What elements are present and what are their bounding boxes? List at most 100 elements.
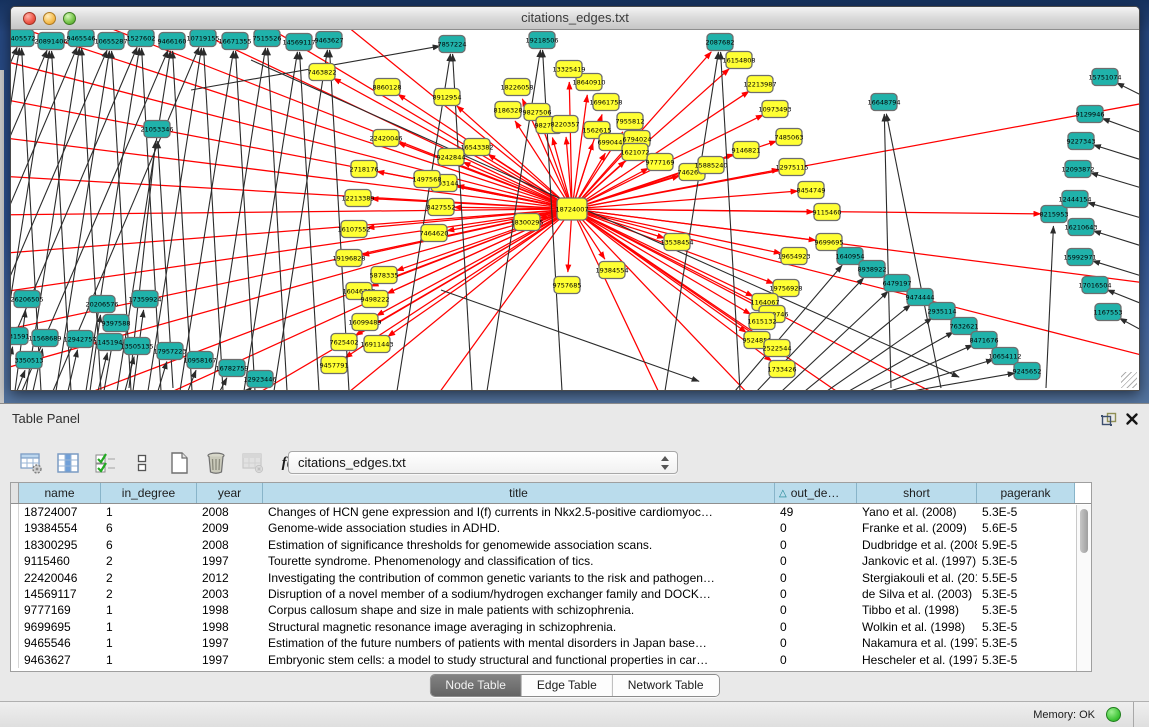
graph-node[interactable]: 9498222 [361,291,390,308]
table-row[interactable]: 977716911998Corpus callosum shape and si… [11,602,1091,618]
graph-node[interactable]: 9242844 [437,149,466,166]
table-row[interactable]: 1938455462009Genome-wide association stu… [11,520,1091,536]
graph-node[interactable]: 9245652 [1013,363,1042,380]
graph-node[interactable]: 17359924 [128,291,161,308]
table-row[interactable]: 969969511998Structural magnetic resonanc… [11,619,1091,635]
graph-node[interactable]: 15885240 [694,157,727,174]
table-row[interactable]: 2242004622012Investigating the contribut… [11,570,1091,586]
network-canvas[interactable]: 1872400774638228860128891295418226058982… [11,30,1139,390]
graph-node[interactable]: 16210643 [1064,219,1097,236]
graph-node[interactable]: 15992971 [1063,249,1096,266]
graph-node[interactable]: 15751074 [1088,69,1121,86]
table-select-dropdown[interactable]: citations_edges.txt [288,451,678,474]
scrollbar-thumb[interactable] [1080,509,1088,553]
graph-node[interactable]: 2718176 [350,161,379,178]
graph-node[interactable]: 8427552 [427,199,456,216]
collapsed-panel-divider[interactable] [0,70,4,403]
window-titlebar[interactable]: citations_edges.txt [11,7,1139,30]
new-table-icon[interactable] [166,450,192,476]
graph-node[interactable]: 8220357 [551,116,580,133]
column-header-title[interactable]: title [263,483,775,503]
graph-node[interactable]: 8860128 [373,79,402,96]
vertical-scrollbar[interactable] [1076,505,1091,672]
graph-node[interactable]: 9227343 [1067,133,1096,150]
graph-node[interactable]: 16782759 [215,360,248,377]
graph-node[interactable]: 12213389 [341,190,374,207]
graph-node[interactable]: 19196828 [332,250,365,267]
graph-node[interactable]: 18300295 [510,214,543,231]
graph-node[interactable]: 19218506 [525,32,558,49]
graph-node[interactable]: 12444154 [1058,191,1091,208]
graph-node[interactable]: 20891406 [34,33,67,50]
table-row[interactable]: 946362711997Embryonic stem cells: a mode… [11,652,1091,668]
float-panel-icon[interactable] [1101,412,1117,426]
graph-node[interactable]: 16107552 [337,221,370,238]
graph-node[interactable]: 2935114 [928,303,957,320]
graph-node[interactable]: 12975115 [775,159,808,176]
graph-node[interactable]: 21053346 [140,121,173,138]
column-header-pagerank[interactable]: pagerank [977,483,1075,503]
graph-node[interactable]: 1527602 [127,30,156,47]
graph-node[interactable]: 9146821 [732,142,761,159]
graph-node[interactable]: 20206576 [85,296,118,313]
resize-grip[interactable] [1121,372,1137,388]
graph-node[interactable]: 2522544 [763,340,792,357]
graph-node[interactable]: 7857224 [438,36,467,53]
graph-node[interactable]: 10973493 [758,101,791,118]
table-row[interactable]: 911546021997Tourette syndrome. Phenomeno… [11,553,1091,569]
graph-node[interactable]: 10655287 [94,33,127,50]
graph-node[interactable]: 1733426 [768,361,797,378]
graph-node[interactable]: 9463627 [315,32,344,49]
zoom-window-button[interactable] [63,12,76,25]
graph-node-hub[interactable]: 18724007 [555,198,588,220]
graph-node[interactable]: 7463822 [308,64,337,81]
graph-node[interactable]: 6479197 [883,275,912,292]
graph-node[interactable]: 10958167 [183,352,216,369]
graph-node[interactable]: 9466160 [158,33,187,50]
graph-node[interactable]: 9115460 [813,204,842,221]
graph-node[interactable]: 19654923 [777,248,810,265]
table-row[interactable]: 1872400712008Changes of HCN gene express… [11,504,1091,520]
graph-node[interactable]: 12942757 [63,331,96,348]
graph-node[interactable]: 1167553 [1094,304,1123,321]
graph-node[interactable]: 9777169 [646,154,675,171]
graph-node[interactable]: 26206505 [11,291,44,308]
graph-node[interactable]: 16648794 [867,94,900,111]
graph-node[interactable]: 9465546 [67,30,96,47]
memory-status-indicator[interactable] [1106,707,1121,722]
graph-node[interactable]: 7955812 [616,113,645,130]
select-columns-icon[interactable] [92,450,118,476]
graph-node[interactable]: 3350513 [15,352,44,369]
graph-node[interactable]: 12923446 [243,371,276,388]
graph-node[interactable]: 13538454 [660,234,693,251]
graph-node[interactable]: 9757685 [553,277,582,294]
column-header-year[interactable]: year [197,483,263,503]
graph-node[interactable]: 14569117 [282,34,315,51]
graph-node[interactable]: 8471676 [970,332,999,349]
graph-node[interactable]: 8912954 [433,89,462,106]
graph-node[interactable]: 12093872 [1061,161,1094,178]
row-height-icon[interactable] [129,450,155,476]
delete-table-icon[interactable] [203,450,229,476]
table-options-icon[interactable] [18,450,44,476]
graph-node[interactable]: 16154808 [722,52,755,69]
graph-node[interactable]: 2087682 [706,34,735,51]
close-window-button[interactable] [23,12,36,25]
graph-node[interactable]: 5878335 [370,267,399,284]
graph-node[interactable]: 16961758 [589,94,622,111]
graph-node[interactable]: 8454749 [797,182,826,199]
graph-node[interactable]: 10719155 [186,30,219,47]
graph-node[interactable]: 9129946 [1076,106,1105,123]
column-header-short[interactable]: short [857,483,977,503]
column-header-out_de[interactable]: △out_de… [775,483,857,503]
minimize-window-button[interactable] [43,12,56,25]
graph-node[interactable]: 17016504 [1078,277,1111,294]
graph-node[interactable]: 8186328 [494,102,523,119]
graph-node[interactable]: 7485063 [775,129,804,146]
tab-network-table[interactable]: Network Table [613,675,719,696]
graph-node[interactable]: 17957223 [153,343,186,360]
graph-node[interactable]: 16099489 [348,314,381,331]
column-header-gutter[interactable] [11,483,19,503]
graph-node[interactable]: 16911443 [360,336,393,353]
table-row[interactable]: 946554611997Estimation of the future num… [11,635,1091,651]
